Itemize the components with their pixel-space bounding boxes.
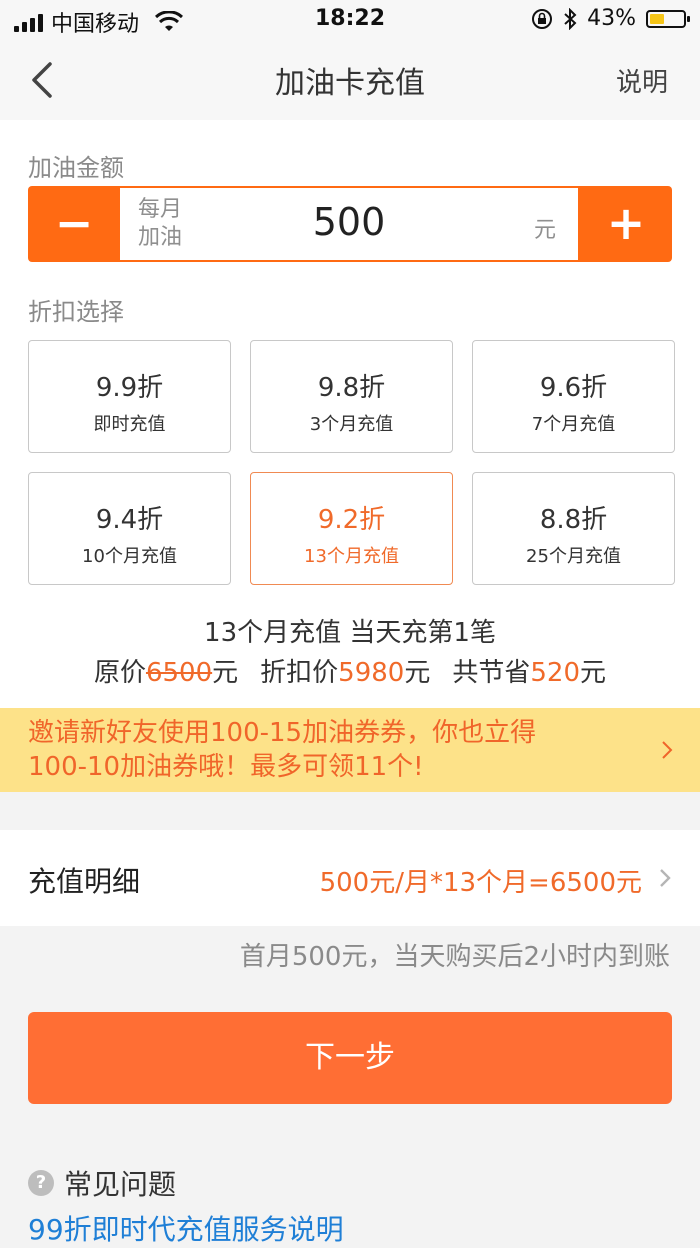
invite-text-line1: 邀请新好友使用100-15加油券券，你也立得 (28, 718, 537, 748)
discount-price: 5980 (338, 658, 405, 688)
discount-rate: 9.2折 (317, 505, 386, 535)
orientation-lock-icon (532, 8, 553, 29)
detail-label: 充值明细 (28, 865, 141, 898)
discount-rate: 9.8折 (317, 373, 386, 403)
price-summary: 原价6500元 折扣价5980元 共节省520元 (0, 652, 700, 689)
recharge-detail-row[interactable]: 充值明细 500元/月*13个月=6500元 (0, 830, 700, 926)
bluetooth-icon (564, 7, 577, 30)
nav-bar: 加油卡充值 说明 (0, 40, 700, 120)
amount-unit: 元 (533, 218, 556, 243)
original-price: 6500 (145, 658, 213, 688)
status-right: 43% (531, 6, 690, 31)
amount-stepper: − 每月 加油 500 元 + (28, 186, 672, 262)
page-title: 加油卡充值 (275, 66, 425, 101)
savings-label: 共节省 (452, 658, 531, 688)
discount-price-label: 折扣价 (260, 658, 339, 688)
status-bar: 中国移动 18:22 43% (0, 0, 700, 40)
discount-rate: 9.4折 (95, 505, 164, 535)
discount-rate: 8.8折 (539, 505, 608, 535)
discount-desc: 25个月充值 (526, 546, 621, 567)
currency-unit: 元 (580, 658, 607, 688)
amount-label: 加油金额 (28, 154, 124, 182)
discount-option[interactable]: 9.6折 7个月充值 (472, 340, 675, 453)
amount-input[interactable]: 每月 加油 500 元 (120, 188, 578, 260)
chevron-right-icon (662, 741, 673, 759)
currency-unit: 元 (212, 658, 239, 688)
discount-option[interactable]: 9.4折 10个月充值 (28, 472, 231, 585)
discount-desc: 13个月充值 (304, 546, 399, 567)
faq-title: 常见问题 (64, 1168, 177, 1201)
invite-text: 邀请新好友使用100-15加油券券，你也立得 100-10加油券哦！最多可领11… (28, 716, 638, 784)
currency-unit: 元 (404, 658, 431, 688)
increase-button[interactable]: + (580, 186, 672, 262)
original-price-label: 原价 (93, 658, 146, 688)
decrease-button[interactable]: − (28, 186, 120, 262)
discount-option[interactable]: 8.8折 25个月充值 (472, 472, 675, 585)
battery-percent: 43% (587, 6, 636, 31)
recharge-card: 加油金额 − 每月 加油 500 元 + 折扣选择 9.9折 即时充值 9.8折… (0, 120, 700, 708)
chevron-right-icon (660, 869, 671, 887)
battery-icon (646, 9, 690, 28)
next-step-button[interactable]: 下一步 (28, 1012, 672, 1104)
amount-value: 500 (312, 200, 386, 244)
savings-value: 520 (530, 658, 581, 688)
arrival-note: 首月500元，当天购买后2小时内到账 (239, 942, 670, 972)
discount-label: 折扣选择 (28, 298, 124, 326)
faq-header: ? 常见问题 (28, 1163, 176, 1203)
invite-banner[interactable]: 邀请新好友使用100-15加油券券，你也立得 100-10加油券哦！最多可领11… (0, 708, 700, 792)
discount-option[interactable]: 9.2折 13个月充值 (250, 472, 453, 585)
faq-link[interactable]: 99折即时代充值服务说明 (28, 1208, 344, 1248)
discount-rate: 9.6折 (539, 373, 608, 403)
discount-desc: 10个月充值 (82, 546, 177, 567)
question-icon: ? (28, 1170, 54, 1196)
discount-desc: 即时充值 (93, 414, 166, 435)
plan-summary: 13个月充值 当天充第1笔 (204, 618, 496, 648)
discount-rate: 9.9折 (95, 373, 164, 403)
discount-option[interactable]: 9.8折 3个月充值 (250, 340, 453, 453)
battery-level (650, 13, 664, 24)
detail-value: 500元/月*13个月=6500元 (319, 868, 642, 898)
discount-desc: 3个月充值 (309, 414, 394, 435)
explain-link[interactable]: 说明 (616, 62, 668, 99)
discount-option[interactable]: 9.9折 即时充值 (28, 340, 231, 453)
discount-desc: 7个月充值 (531, 414, 616, 435)
invite-text-line2: 100-10加油券哦！最多可领11个! (28, 752, 424, 782)
